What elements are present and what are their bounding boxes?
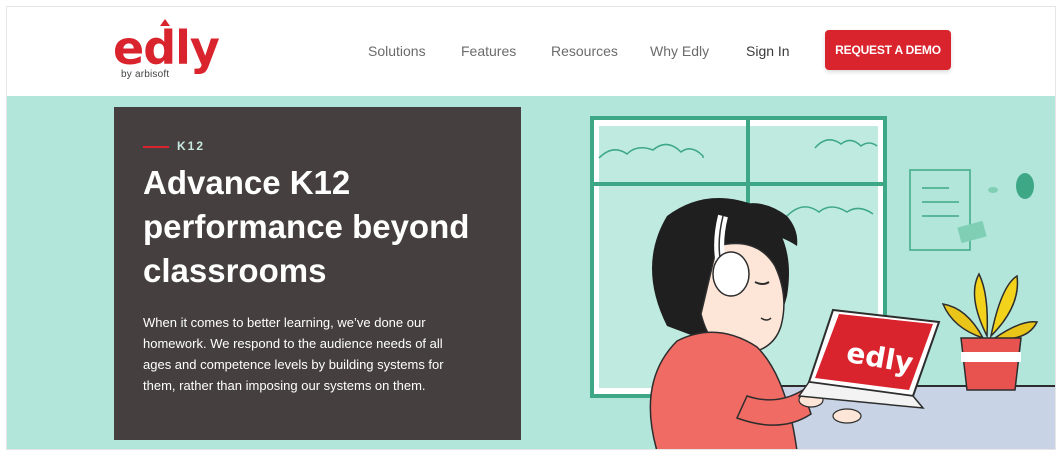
hero-headline: Advance K12 performance beyond classroom…	[143, 164, 470, 289]
site-header: edly by arbisoft Solutions Features Reso…	[7, 7, 1055, 96]
nav-resources[interactable]: Resources	[551, 41, 618, 61]
hero-section: K12 Advance K12 performance beyond class…	[7, 96, 1055, 449]
nav-why-edly[interactable]: Why Edly	[650, 41, 709, 61]
wall-note-illustration	[909, 169, 1034, 251]
page-frame: edly by arbisoft Solutions Features Reso…	[6, 6, 1056, 450]
student-laptop-illustration: edly	[590, 116, 1055, 449]
hero-eyebrow: K12	[177, 139, 206, 153]
nav-features[interactable]: Features	[461, 41, 516, 61]
hero-description: When it comes to better learning, we’ve …	[143, 315, 444, 393]
potted-plant-illustration	[941, 272, 1039, 391]
request-demo-button[interactable]: REQUEST A DEMO	[825, 30, 951, 70]
logo-byline: by arbisoft	[121, 69, 170, 80]
sign-in-link[interactable]: Sign In	[746, 41, 790, 61]
nav-solutions[interactable]: Solutions	[368, 41, 426, 61]
eyebrow-rule	[143, 146, 169, 148]
hero-card: K12 Advance K12 performance beyond class…	[114, 107, 521, 440]
